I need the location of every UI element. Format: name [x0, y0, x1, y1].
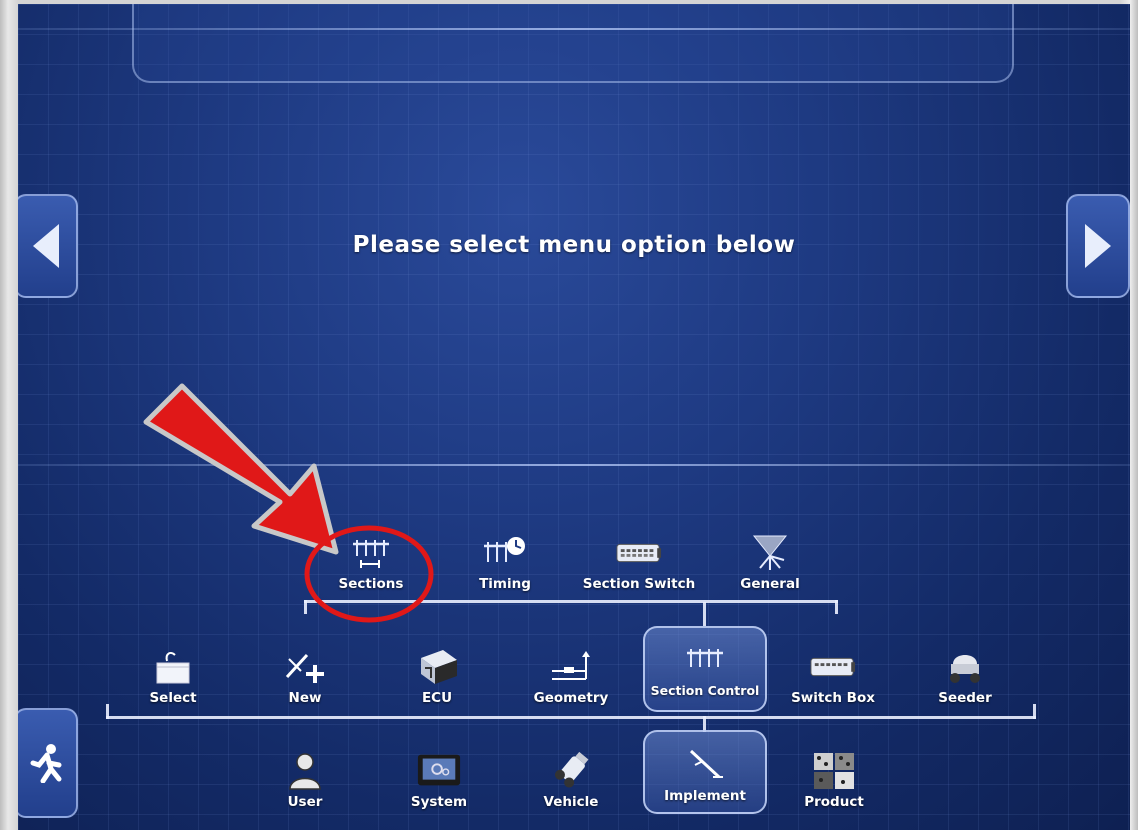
top-divider — [18, 28, 1130, 30]
submenu-tree-right — [835, 600, 838, 614]
sections-boom-icon — [348, 534, 394, 572]
section-control-icon — [682, 641, 728, 679]
menu-product-label: Product — [804, 794, 864, 810]
menu-seeder-label: Seeder — [938, 690, 992, 706]
vehicle-icon — [548, 751, 594, 790]
menu-product[interactable]: Product — [775, 740, 893, 810]
menu-seeder[interactable]: Seeder — [906, 636, 1024, 706]
user-icon — [282, 752, 328, 790]
menu-new[interactable]: New — [246, 636, 364, 706]
menu-section-switch-label: Section Switch — [582, 576, 696, 592]
menu-vehicle[interactable]: Vehicle — [512, 740, 630, 810]
menu-new-label: New — [288, 690, 322, 706]
menu-geometry[interactable]: Geometry — [512, 636, 630, 706]
menu-ecu-label: ECU — [421, 690, 453, 706]
menu-general[interactable]: General — [711, 522, 829, 592]
select-basket-icon — [150, 648, 196, 686]
menu-geometry-label: Geometry — [533, 690, 609, 706]
menu-select-label: Select — [149, 690, 197, 706]
implement-icon — [682, 746, 728, 784]
implement-tree-left — [106, 704, 109, 719]
product-icon — [811, 752, 857, 790]
menu-timing-label: Timing — [479, 576, 531, 592]
submenu-tree-stem — [703, 602, 706, 626]
switch-box-icon — [810, 648, 856, 686]
section-switch-icon — [616, 534, 662, 572]
implement-tree-right — [1033, 704, 1036, 719]
menu-section-control-label: Section Control — [650, 683, 760, 698]
menu-ecu[interactable]: ECU — [378, 636, 496, 706]
menu-sections-label: Sections — [338, 576, 404, 592]
timing-clock-icon — [482, 534, 528, 572]
menu-implement-label: Implement — [664, 788, 746, 804]
menu-system[interactable]: System — [380, 740, 498, 810]
menu-timing[interactable]: Timing — [446, 522, 564, 592]
system-monitor-icon — [416, 752, 462, 790]
menu-general-label: General — [740, 576, 800, 592]
menu-sections[interactable]: Sections — [312, 522, 430, 592]
menu-user-label: User — [287, 794, 323, 810]
exit-button[interactable] — [18, 708, 78, 818]
background-grid — [18, 4, 1130, 830]
new-implement-icon — [282, 648, 328, 686]
instruction-message: Please select menu option below — [352, 232, 796, 258]
menu-section-switch[interactable]: Section Switch — [579, 522, 699, 592]
menu-vehicle-label: Vehicle — [543, 794, 599, 810]
top-info-panel — [132, 4, 1014, 83]
display-screen: Please select menu option below Sections — [18, 4, 1130, 830]
general-spray-icon — [747, 534, 793, 572]
menu-user[interactable]: User — [246, 740, 364, 810]
menu-switch-box[interactable]: Switch Box — [774, 636, 892, 706]
ecu-box-icon — [414, 648, 460, 686]
seeder-icon — [942, 648, 988, 686]
submenu-tree-line — [304, 600, 838, 603]
menu-switch-box-label: Switch Box — [791, 690, 875, 706]
implement-tree-line — [106, 716, 1036, 719]
geometry-icon — [548, 648, 594, 686]
menu-implement[interactable]: Implement — [643, 730, 767, 814]
menu-divider — [18, 464, 1130, 466]
running-man-exit-icon — [30, 744, 62, 783]
submenu-tree-left — [304, 600, 307, 614]
menu-section-control[interactable]: Section Control — [643, 626, 767, 712]
menu-system-label: System — [410, 794, 468, 810]
menu-select[interactable]: Select — [114, 636, 232, 706]
